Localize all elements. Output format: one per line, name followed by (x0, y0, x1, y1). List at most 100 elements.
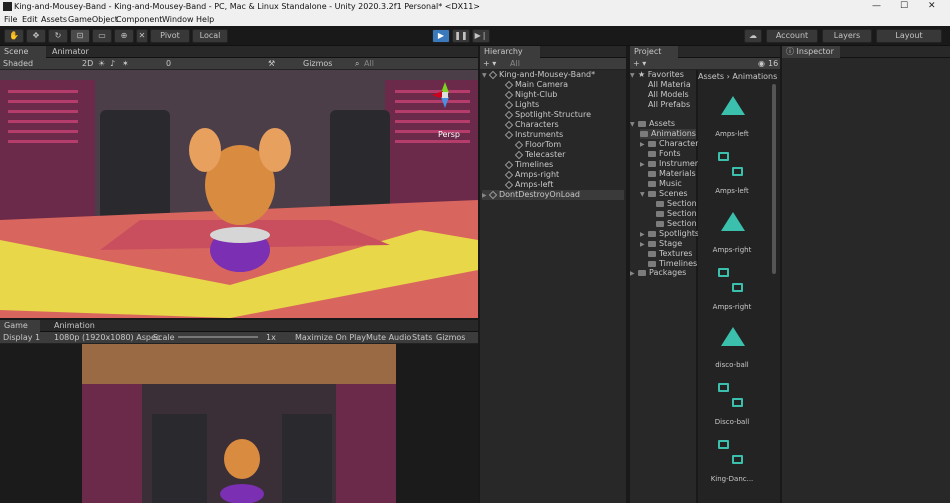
maximize-button[interactable]: ☐ (900, 1, 908, 11)
project-add-button[interactable]: + ▾ (633, 59, 646, 68)
folder-icon (648, 160, 656, 167)
favorite-item[interactable]: All Prefabs (648, 100, 690, 110)
animator-controller-icon[interactable] (718, 383, 746, 411)
display-dropdown[interactable]: Display 1 (3, 333, 40, 342)
favorite-item[interactable]: All Materia (648, 80, 691, 90)
game-gizmos-dropdown[interactable]: Gizmos (436, 333, 465, 342)
folder-item[interactable]: Textures (640, 249, 692, 259)
mute-audio-toggle[interactable]: Mute Audio (366, 333, 411, 342)
step-button[interactable]: ▶❘ (472, 29, 490, 43)
favorite-item[interactable]: All Models (648, 90, 689, 100)
hierarchy-item[interactable]: Instruments (504, 130, 563, 140)
lighting-icon[interactable]: ☀ (98, 59, 105, 68)
folder-item[interactable]: Fonts (640, 149, 681, 159)
folder-item[interactable]: ▶ Stage (640, 239, 682, 249)
hierarchy-item[interactable]: Timelines (504, 160, 553, 170)
hierarchy-item[interactable]: Amps-left (504, 180, 553, 190)
breadcrumb-assets[interactable]: Assets (698, 72, 724, 81)
folder-item[interactable]: Materials (640, 169, 696, 179)
hierarchy-item[interactable]: FloorTom (514, 140, 561, 150)
hierarchy-item[interactable]: ▶ DontDestroyOnLoad (482, 190, 624, 200)
folder-item[interactable]: ▼ Scenes (640, 189, 688, 199)
shading-dropdown[interactable]: Shaded (3, 59, 33, 68)
orientation-gizmo[interactable] (430, 80, 460, 110)
folder-item[interactable]: Music (640, 179, 682, 189)
minimize-button[interactable]: — (872, 1, 881, 11)
folder-item[interactable]: Section (656, 199, 697, 209)
menu-assets[interactable]: Assets (41, 15, 67, 24)
hand-tool-icon[interactable]: ✋ (4, 29, 24, 43)
persp-label[interactable]: Persp (438, 130, 460, 139)
maximize-on-play-toggle[interactable]: Maximize On Play (295, 333, 366, 342)
rotate-tool-icon[interactable]: ↻ (48, 29, 68, 43)
scene-viewport[interactable]: Persp (0, 70, 478, 318)
transform-tool-icon[interactable]: ⊕ (114, 29, 134, 43)
hierarchy-item[interactable]: Lights (504, 100, 539, 110)
tab-inspector[interactable]: ⓘ Inspector (782, 46, 840, 58)
tools-icon[interactable]: ⚒ (268, 59, 275, 68)
tab-animator[interactable]: Animator (48, 46, 93, 58)
mode-2d-toggle[interactable]: 2D (82, 59, 93, 68)
audio-icon[interactable]: ♪ (110, 59, 115, 68)
hierarchy-item[interactable]: Amps-right (504, 170, 559, 180)
hierarchy-item[interactable]: Main Camera (504, 80, 568, 90)
animation-clip-icon[interactable] (721, 96, 745, 115)
animation-clip-icon[interactable] (721, 327, 745, 346)
menu-help[interactable]: Help (196, 15, 214, 24)
animator-controller-icon[interactable] (718, 268, 746, 296)
cloud-icon[interactable]: ☁ (744, 29, 762, 43)
animator-controller-icon[interactable] (718, 440, 746, 468)
scale-tool-icon[interactable]: ⊡ (70, 29, 90, 43)
tab-project[interactable]: Project (630, 46, 678, 58)
hierarchy-item[interactable]: Spotlight-Structure (504, 110, 591, 120)
effects-icon[interactable]: ✶ (122, 59, 129, 68)
menu-gameobject[interactable]: GameObject (68, 15, 118, 24)
eye-icon[interactable]: ◉ (758, 59, 765, 68)
scene-search-input[interactable]: All (364, 59, 374, 68)
layers-dropdown[interactable]: Layers (822, 29, 872, 43)
account-dropdown[interactable]: Account (766, 29, 818, 43)
menu-file[interactable]: File (4, 15, 17, 24)
gizmos-dropdown[interactable]: Gizmos (303, 59, 332, 68)
pivot-toggle[interactable]: Pivot (150, 29, 190, 43)
play-button[interactable]: ▶ (432, 29, 450, 43)
folder-item[interactable]: ▶ Characters (640, 139, 703, 149)
layout-dropdown[interactable]: Layout (876, 29, 942, 43)
menu-edit[interactable]: Edit (22, 15, 38, 24)
folder-item[interactable]: Section (656, 219, 697, 229)
favorites-header[interactable]: ▼ ★ Favorites (630, 70, 684, 80)
resolution-dropdown[interactable]: 1080p (1920x1080) Aspec (54, 333, 160, 342)
scale-slider[interactable] (178, 336, 258, 338)
animation-clip-icon[interactable] (721, 212, 745, 231)
hierarchy-tabbar: Hierarchy (480, 46, 626, 58)
folder-item[interactable]: Animations (640, 129, 696, 139)
hierarchy-search-input[interactable]: All (510, 59, 520, 68)
tab-animation[interactable]: Animation (50, 320, 99, 332)
folder-item[interactable]: ▶ Instrument (640, 159, 703, 169)
game-view[interactable] (0, 344, 478, 503)
folder-item[interactable]: Section (656, 209, 697, 219)
folder-item[interactable]: ▶ Spotlights (640, 229, 699, 239)
hierarchy-item[interactable]: Night-Club (504, 90, 557, 100)
stats-toggle[interactable]: Stats (412, 333, 432, 342)
menu-component[interactable]: Component (116, 15, 162, 24)
move-tool-icon[interactable]: ✥ (26, 29, 46, 43)
tab-game[interactable]: Game (0, 320, 40, 332)
tab-scene[interactable]: Scene (0, 46, 46, 58)
hierarchy-add-button[interactable]: + ▾ (483, 59, 496, 68)
hierarchy-item[interactable]: Telecaster (514, 150, 565, 160)
tab-hierarchy[interactable]: Hierarchy (480, 46, 540, 58)
menu-window[interactable]: Window (162, 15, 194, 24)
close-button[interactable]: ✕ (928, 1, 936, 11)
local-toggle[interactable]: Local (192, 29, 228, 43)
pause-button[interactable]: ❚❚ (452, 29, 470, 43)
hierarchy-item[interactable]: Characters (504, 120, 559, 130)
hierarchy-item[interactable]: ▼ King-and-Mousey-Band* (482, 70, 595, 80)
custom-tool-icon[interactable]: ✕ (136, 29, 148, 43)
asset-grid-scrollbar[interactable] (772, 84, 776, 274)
animator-controller-icon[interactable] (718, 152, 746, 180)
breadcrumb-animations[interactable]: Animations (732, 72, 777, 81)
assets-header[interactable]: ▼ Assets (630, 119, 675, 129)
packages-header[interactable]: ▶ Packages (630, 268, 686, 278)
rect-tool-icon[interactable]: ▭ (92, 29, 112, 43)
